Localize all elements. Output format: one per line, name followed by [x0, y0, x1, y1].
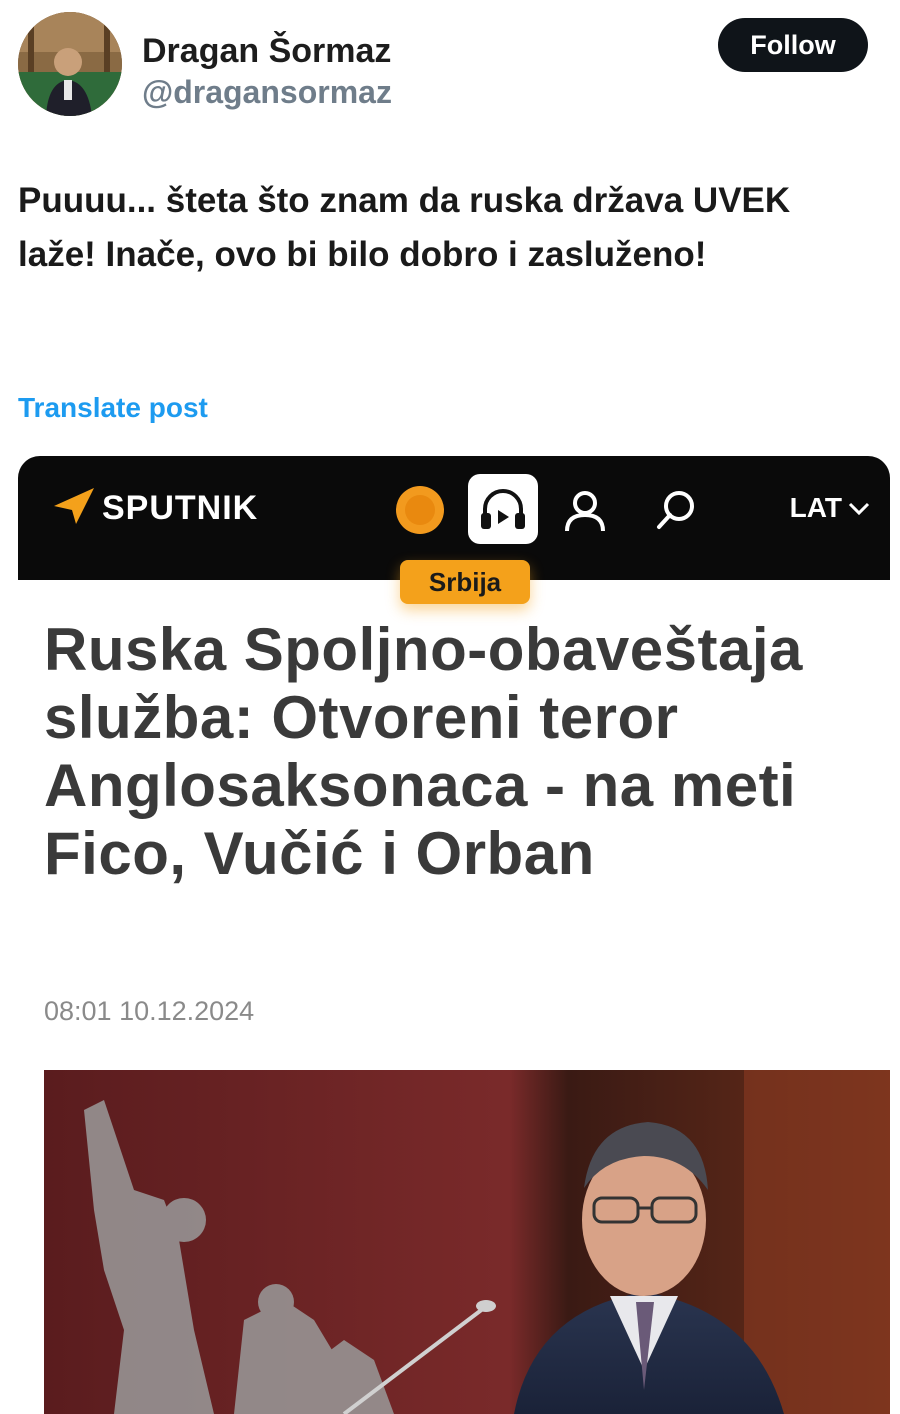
tweet-header: Dragan Šormaz @dragansormaz Follow	[18, 12, 878, 120]
user-profile-icon[interactable]	[555, 480, 615, 540]
author-handle[interactable]: @dragansormaz	[142, 74, 392, 110]
translate-post-link[interactable]: Translate post	[18, 392, 208, 424]
language-selector[interactable]: LAT	[790, 492, 870, 524]
author-display-name[interactable]: Dragan Šormaz	[142, 32, 392, 70]
avatar[interactable]	[18, 12, 122, 116]
embedded-article-card[interactable]: SPUTNIK LAT Srbija Ruska Spoljno-obavešt…	[18, 456, 890, 1414]
section-tag[interactable]: Srbija	[400, 560, 530, 604]
podcast-headphones-icon[interactable]	[468, 474, 538, 544]
avatar-photo	[18, 12, 122, 116]
chevron-down-icon	[848, 492, 870, 524]
sputnik-logo-icon	[52, 486, 96, 531]
article-photo	[44, 1070, 890, 1414]
search-icon[interactable]	[646, 480, 706, 540]
article-timestamp: 08:01 10.12.2024	[44, 996, 255, 1026]
article-headline: Ruska Spoljno-obaveštaja služba: Otvoren…	[44, 616, 803, 887]
author-block: Dragan Šormaz @dragansormaz	[142, 32, 392, 110]
language-label: LAT	[789, 492, 842, 523]
sputnik-logo[interactable]: SPUTNIK	[52, 486, 258, 531]
tweet-text: Puuuu... šteta što znam da ruska država …	[18, 181, 791, 274]
follow-button[interactable]: Follow	[718, 18, 868, 72]
sputnik-logo-text: SPUTNIK	[102, 489, 259, 527]
radio-dot-icon[interactable]	[390, 480, 450, 540]
